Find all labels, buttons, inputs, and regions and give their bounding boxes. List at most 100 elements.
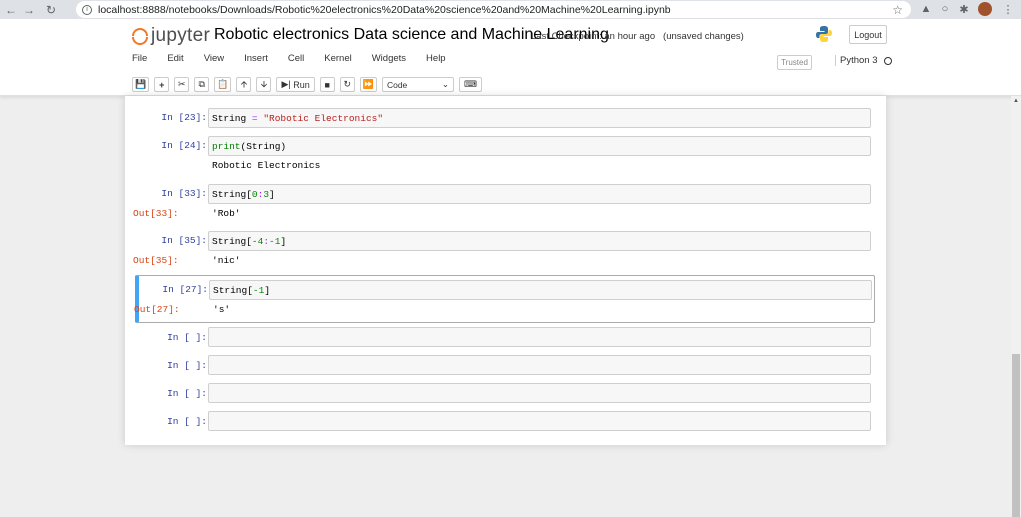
scroll-thumb[interactable] xyxy=(1012,354,1020,517)
fast-forward-icon: ⏩ xyxy=(362,79,374,89)
puzzle-extensions-icon[interactable]: ✱ xyxy=(957,2,971,16)
menu-file[interactable]: File xyxy=(132,53,147,69)
jupyter-logo[interactable]: jupyter xyxy=(132,25,210,47)
code-input[interactable]: String = "Robotic Electronics" xyxy=(208,108,871,128)
code-token: String xyxy=(212,188,247,200)
menu-help[interactable]: Help xyxy=(426,53,446,69)
output-prompt: Out[35]: xyxy=(133,255,179,266)
input-prompt: In [ ]: xyxy=(167,388,207,399)
restart-run-all-button[interactable]: ⏩ xyxy=(359,77,377,92)
keyboard-icon: ⌨ xyxy=(463,79,477,89)
code-token: String xyxy=(212,235,247,247)
menu-cell[interactable]: Cell xyxy=(288,53,304,69)
menu-edit[interactable]: Edit xyxy=(167,53,183,69)
more-menu-icon[interactable]: ⋮ xyxy=(1001,2,1015,16)
code-cell[interactable]: In [24]: print (String) Robotic Electroni… xyxy=(135,134,875,178)
jupyter-logo-icon xyxy=(132,27,148,45)
code-input[interactable]: String[0:3] xyxy=(208,184,871,204)
menu-bar: File Edit View Insert Cell Kernel Widget… xyxy=(132,53,466,69)
cut-button[interactable]: ✂ xyxy=(174,77,190,92)
input-prompt: In [35]: xyxy=(161,235,207,246)
menu-kernel[interactable]: Kernel xyxy=(324,53,351,69)
code-input[interactable]: String[-1] xyxy=(209,280,872,300)
input-prompt: In [27]: xyxy=(162,284,208,295)
code-input[interactable]: String[-4: -1] xyxy=(208,231,871,251)
cell-type-select[interactable]: Code ⌄ xyxy=(381,77,454,92)
code-token: "Robotic Electronics" xyxy=(263,112,384,124)
insert-cell-button[interactable]: + xyxy=(154,77,170,92)
input-prompt: In [24]: xyxy=(161,140,207,151)
output-prompt: Out[27]: xyxy=(134,304,180,315)
run-button[interactable]: ▶| Run xyxy=(276,77,315,92)
empty-code-cell[interactable]: In [ ]: xyxy=(135,382,875,406)
python-logo-icon xyxy=(816,26,832,42)
restart-button[interactable]: ↻ xyxy=(339,77,355,92)
empty-code-cell[interactable]: In [ ]: xyxy=(135,326,875,350)
interrupt-button[interactable]: ■ xyxy=(319,77,335,92)
code-input[interactable] xyxy=(208,355,871,375)
move-down-button[interactable]: 🡫 xyxy=(256,77,272,92)
code-token: print xyxy=(212,140,241,152)
stream-output: Robotic Electronics xyxy=(212,160,321,171)
notebook-toolbar: 💾 + ✂ ⧉ 📋 🡩 🡫 ▶| Run ■ ↻ ⏩ Code ⌄ ⌨ xyxy=(132,76,487,93)
back-arrow-icon[interactable]: ← xyxy=(2,1,20,19)
cell-output: 'nic' xyxy=(212,255,241,266)
input-prompt: In [ ]: xyxy=(167,416,207,427)
arrow-up-icon: 🡩 xyxy=(240,78,248,89)
move-up-button[interactable]: 🡩 xyxy=(236,77,252,92)
scroll-up-icon[interactable]: ▲ xyxy=(1011,96,1021,106)
profile-avatar[interactable] xyxy=(978,2,992,16)
trusted-badge[interactable]: Trusted xyxy=(777,55,812,70)
code-token: ] xyxy=(269,188,275,200)
copy-button[interactable]: ⧉ xyxy=(194,77,210,92)
jupyter-header: jupyter Robotic electronics Data science… xyxy=(0,19,1021,96)
code-token: -1 xyxy=(252,284,265,296)
circle-extension-icon[interactable]: ○ xyxy=(938,2,952,16)
drive-extension-icon[interactable]: ▲ xyxy=(919,2,933,16)
kernel-name: Python 3 xyxy=(840,55,878,66)
code-token: ] xyxy=(280,235,287,247)
forward-arrow-icon[interactable]: → xyxy=(20,1,38,19)
selected-code-cell[interactable]: In [27]: String[-1] Out[27]: 's' xyxy=(134,275,875,323)
step-forward-icon: ▶| xyxy=(281,79,291,89)
reload-icon[interactable]: ↻ xyxy=(42,1,60,19)
scissors-icon: ✂ xyxy=(177,79,186,89)
menu-insert[interactable]: Insert xyxy=(244,53,268,69)
notebook-container: In [23]: String = "Robotic Electronics" … xyxy=(125,96,886,445)
code-input[interactable]: print (String) xyxy=(208,136,871,156)
cell-output: 'Rob' xyxy=(212,208,241,219)
input-prompt: In [33]: xyxy=(161,188,207,199)
restart-icon: ↻ xyxy=(343,79,351,89)
code-cell[interactable]: In [35]: String[-4: -1] Out[35]: 'nic' xyxy=(133,229,875,273)
code-input[interactable] xyxy=(208,327,871,347)
bookmark-star-icon[interactable]: ☆ xyxy=(892,3,903,17)
empty-code-cell[interactable]: In [ ]: xyxy=(135,410,875,434)
paste-icon: 📋 xyxy=(217,79,229,89)
code-token: ] xyxy=(264,284,271,296)
stop-icon: ■ xyxy=(324,79,330,90)
copy-icon: ⧉ xyxy=(198,79,205,89)
browser-toolbar: ← → ↻ i localhost:8888/notebooks/Downloa… xyxy=(0,0,1021,19)
code-token: = xyxy=(246,112,264,124)
code-token: (String) xyxy=(240,140,287,152)
code-cell[interactable]: In [33]: String[0:3] Out[33]: 'Rob' xyxy=(133,182,875,226)
kernel-idle-icon xyxy=(883,56,892,65)
page-scrollbar[interactable]: ▲ xyxy=(1011,96,1021,517)
menu-widgets[interactable]: Widgets xyxy=(372,53,406,69)
paste-button[interactable]: 📋 xyxy=(214,77,232,92)
code-token: String xyxy=(212,112,247,124)
address-bar[interactable]: i localhost:8888/notebooks/Downloads/Rob… xyxy=(76,1,911,18)
empty-code-cell[interactable]: In [ ]: xyxy=(135,354,875,378)
input-prompt: In [ ]: xyxy=(167,360,207,371)
code-input[interactable] xyxy=(208,383,871,403)
save-button[interactable]: 💾 xyxy=(132,77,150,92)
command-palette-button[interactable]: ⌨ xyxy=(458,77,482,92)
logout-button[interactable]: Logout xyxy=(849,25,887,44)
input-prompt: In [ ]: xyxy=(167,332,207,343)
cell-output: 's' xyxy=(213,304,231,315)
site-info-icon[interactable]: i xyxy=(82,4,92,15)
code-input[interactable] xyxy=(208,411,871,431)
menu-view[interactable]: View xyxy=(204,53,224,69)
code-token: String xyxy=(213,284,248,296)
code-cell[interactable]: In [23]: String = "Robotic Electronics" xyxy=(135,106,875,130)
